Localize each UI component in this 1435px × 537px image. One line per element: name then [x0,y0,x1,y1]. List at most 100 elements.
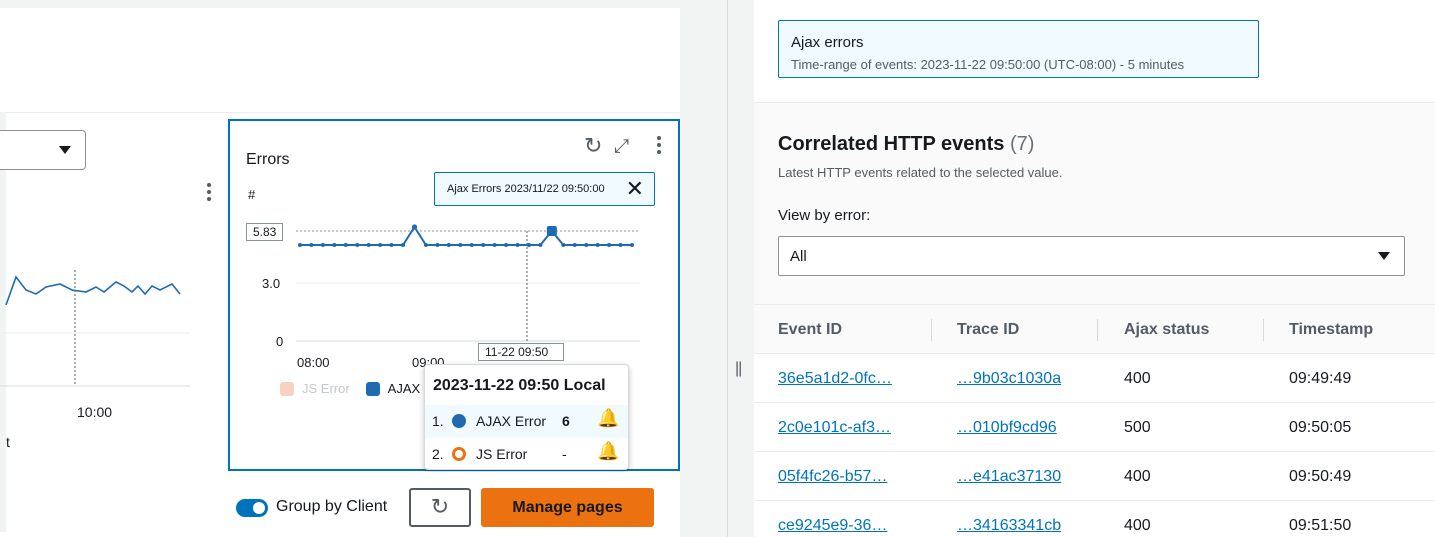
timestamp-cell: 09:51:50 [1289,517,1352,534]
timestamp-cell: 09:50:05 [1289,419,1352,436]
table-row: 36e5a1d2-0fc… …9b03c1030a 400 09:49:49 [754,354,1435,403]
x-tick-0800: 08:00 [297,355,330,370]
ajax-status-cell: 400 [1124,468,1151,485]
series-dot-icon [452,414,466,428]
correlated-subtitle: Latest HTTP events related to the select… [778,165,1063,180]
selection-title: Ajax errors [791,34,864,51]
toggle-label: Group by Client [276,498,388,515]
col-event-id[interactable]: Event ID [778,321,842,339]
trace-id-link[interactable]: …e41ac37130 [957,468,1061,486]
bell-icon[interactable]: 🔔 [597,441,619,462]
data-point[interactable] [320,243,325,247]
table-row: 2c0e101c-af3… …010bf9cd96 500 09:50:05 [754,403,1435,452]
view-by-label: View by error: [778,207,871,224]
ajax-status-cell: 500 [1124,419,1151,436]
manage-pages-button[interactable]: Manage pages [481,488,654,527]
correlated-title: Correlated HTTP events (7) [778,133,1034,156]
bell-icon[interactable]: 🔔 [597,408,619,429]
data-point[interactable] [355,243,360,247]
data-point[interactable] [458,243,463,247]
y-tick-0: 0 [276,334,283,349]
popup-row-label: AJAX Error [476,413,547,429]
data-point[interactable] [504,243,509,247]
popup-row-label: JS Error [476,446,528,462]
data-point[interactable] [435,243,440,247]
timestamp-cell: 09:49:49 [1289,370,1352,387]
popup-row-value: - [562,446,567,462]
popup-row-number: 1. [432,413,444,429]
legend-swatch-js [280,381,294,396]
ajax-status-cell: 400 [1124,517,1151,534]
data-point[interactable] [332,243,337,247]
legend-label-ajax[interactable]: AJAX [388,381,421,396]
event-id-link[interactable]: 2c0e101c-af3… [778,419,891,437]
data-point[interactable] [469,243,474,247]
table-header: Event ID Trace ID Ajax status Timestamp [754,304,1435,354]
table-row: 05f4fc26-b57… …e41ac37130 400 09:50:49 [754,452,1435,501]
series-line [300,225,632,246]
trace-id-link[interactable]: …9b03c1030a [957,370,1061,388]
data-point[interactable] [538,243,543,247]
event-id-link[interactable]: ce9245e9-36… [778,517,887,535]
value-label: 5.83 [246,223,284,241]
column-divider[interactable] [1097,319,1098,341]
data-point[interactable] [378,243,383,247]
trace-id-link[interactable]: …34163341cb [957,517,1061,535]
view-by-error-select[interactable]: All [778,236,1405,276]
col-timestamp[interactable]: Timestamp [1289,321,1373,339]
table-row: ce9245e9-36… …34163341cb 400 09:51:50 [754,501,1435,537]
data-point[interactable] [309,243,314,247]
legend-label-js[interactable]: JS Error [302,381,350,396]
data-point[interactable] [446,243,451,247]
pane-divider [727,0,728,537]
chart-hover-popup: 2023-11-22 09:50 Local 1. AJAX Error 6 🔔… [424,364,629,470]
trace-id-link[interactable]: …010bf9cd96 [957,419,1057,437]
data-point[interactable] [423,243,428,247]
column-divider[interactable] [1263,319,1264,341]
metric-dropdown[interactable] [0,130,86,170]
data-point[interactable] [584,243,589,247]
ajax-status-cell: 400 [1124,370,1151,387]
selection-info-box: Ajax errors Time-range of events: 2023-1… [778,20,1259,78]
selection-range: Time-range of events: 2023-11-22 09:50:0… [791,57,1185,72]
refresh-button[interactable]: ↻ [409,488,471,527]
column-divider[interactable] [931,319,932,341]
data-point[interactable] [618,243,623,247]
event-id-link[interactable]: 36e5a1d2-0fc… [778,370,892,388]
data-point[interactable] [389,243,394,247]
data-point[interactable] [343,243,348,247]
chart-legend: JS Error AJAX [280,381,420,396]
popup-row-value: 6 [562,413,570,429]
data-point[interactable] [401,243,406,247]
legend-swatch-ajax [365,381,380,396]
widget-menu-icon[interactable] [207,183,211,201]
data-point[interactable] [526,243,531,247]
group-by-client-toggle[interactable] [236,499,268,517]
col-ajax-status[interactable]: Ajax status [1124,321,1209,339]
data-point[interactable] [607,243,612,247]
col-trace-id[interactable]: Trace ID [957,321,1019,339]
left-x-tick: 10:00 [77,404,113,420]
selected-point[interactable] [546,226,557,236]
data-point[interactable] [572,243,577,247]
data-point[interactable] [366,243,371,247]
data-point[interactable] [515,243,520,247]
popup-row-js[interactable]: 2. JS Error - 🔔 [425,438,628,471]
timestamp-cell: 09:50:49 [1289,468,1352,485]
data-point[interactable] [411,224,418,230]
data-point[interactable] [595,243,600,247]
data-point[interactable] [630,243,634,247]
event-id-link[interactable]: 05f4fc26-b57… [778,468,887,486]
caret-down-icon [59,146,71,154]
events-table: Event ID Trace ID Ajax status Timestamp … [754,304,1435,537]
popup-row-ajax[interactable]: 1. AJAX Error 6 🔔 [425,405,628,438]
data-point[interactable] [481,243,486,247]
resize-handle-icon[interactable]: || [735,360,742,378]
correlated-section: Correlated HTTP events (7) Latest HTTP e… [754,102,1435,304]
series-ring-icon [452,447,466,461]
left-axis-label: t [6,434,10,450]
data-point[interactable] [561,243,566,247]
data-point[interactable] [492,243,497,247]
data-point[interactable] [298,243,302,247]
caret-down-icon [1378,252,1390,260]
